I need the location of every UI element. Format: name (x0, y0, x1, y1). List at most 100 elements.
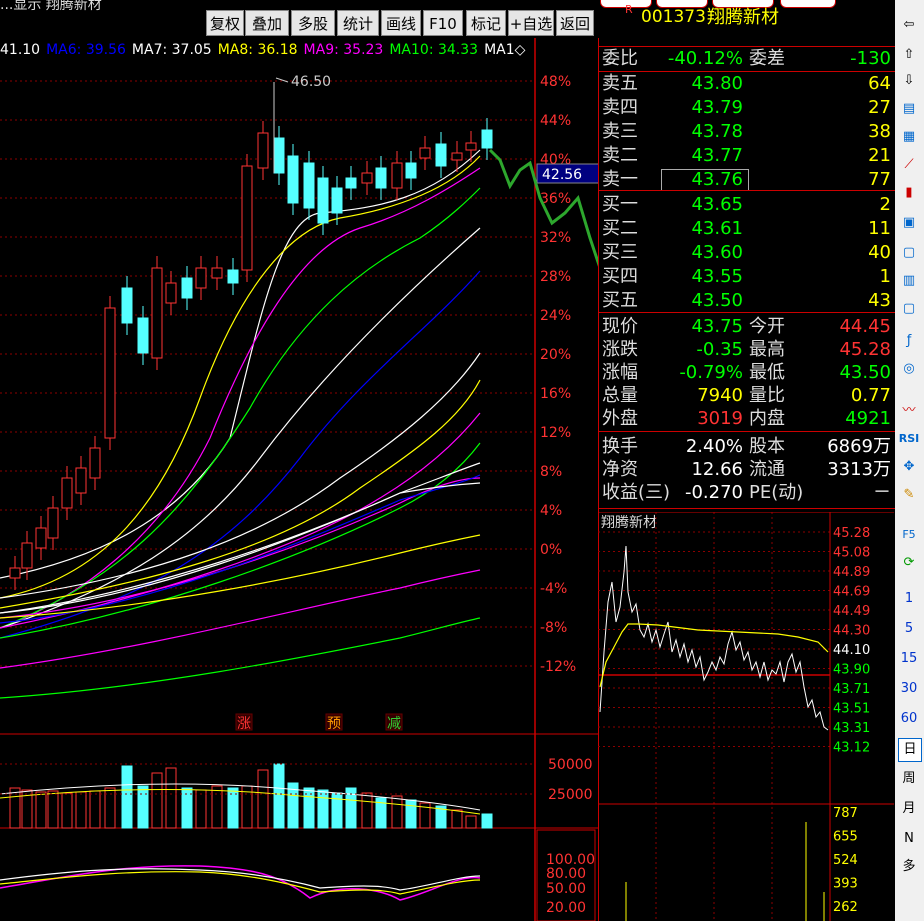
circle-icon[interactable]: ◎ (898, 358, 920, 380)
mini-price-label: 43.31 (833, 721, 870, 736)
sell-row-1[interactable]: 卖一 43.76 77 (599, 168, 895, 191)
candle (75, 467, 87, 494)
rsi-button[interactable]: RSI (898, 428, 920, 450)
row-label: 卖三 (602, 121, 638, 142)
row-price: 43.79 (691, 97, 743, 118)
candle (121, 287, 133, 324)
sell-row-5[interactable]: 卖五 43.80 64 (599, 72, 895, 95)
quote-value: -0.35 (696, 339, 743, 360)
period-15-button[interactable]: 15 (898, 648, 920, 670)
row-label: 卖五 (602, 73, 638, 94)
window-icon[interactable]: ▣ (898, 212, 920, 234)
arrow-left-icon[interactable]: ⇦ (898, 14, 920, 36)
kline-icon[interactable]: ▮ (898, 182, 920, 204)
quote-value: 43.75 (691, 316, 743, 337)
row-volume: 43 (868, 290, 891, 311)
row-price: 43.55 (691, 266, 743, 287)
quote-label: 今开 (749, 316, 785, 337)
osc-axis-label: 80.00 (546, 866, 586, 882)
fin-label: 换手 (602, 436, 638, 457)
mini-price-label: 44.49 (833, 604, 870, 619)
sell-row-2[interactable]: 卖二 43.77 21 (599, 144, 895, 167)
toolbar-button-4[interactable]: 画线 (381, 10, 421, 36)
period-1-button[interactable]: 1 (898, 588, 920, 610)
quote-row: 涨幅 -0.79% 最低 43.50 (599, 361, 895, 384)
buy-row-3[interactable]: 买三 43.60 40 (599, 241, 895, 264)
mini-volume-label: 787 (833, 806, 858, 821)
candle (195, 267, 207, 289)
quote-value: 7940 (697, 385, 743, 406)
pencil-icon[interactable]: ✎ (898, 484, 920, 506)
period-month-button[interactable]: 月 (898, 798, 920, 820)
candle (465, 142, 477, 151)
toolbar-button-7[interactable]: +自选 (508, 10, 554, 36)
volume-bar (481, 813, 493, 829)
line-chart-icon[interactable]: ⟋ (898, 154, 920, 176)
f10-icon[interactable]: ▢ (898, 242, 920, 264)
quote-label: 最高 (749, 339, 785, 360)
buy-row-1[interactable]: 买一 43.65 2 (599, 193, 895, 216)
row-volume: 77 (868, 169, 891, 190)
row-volume: 38 (868, 121, 891, 142)
fin-label: 股本 (749, 436, 785, 457)
toolbar-button-0[interactable]: 复权 (206, 10, 244, 36)
candle (273, 137, 285, 174)
toolbar-button-1[interactable]: 叠加 (245, 10, 289, 36)
quote-value: 44.45 (839, 316, 891, 337)
intraday-chart[interactable]: 45.28 45.08 44.89 44.69 44.49 44.30 44.10 43.90… (598, 512, 894, 921)
buy-row-4[interactable]: 买四 43.55 1 (599, 265, 895, 288)
stock-code: 001373 (641, 7, 706, 27)
stock-name: 翔腾新材 (707, 7, 779, 28)
arrow-down-icon[interactable]: ⇩ (898, 70, 920, 92)
toolbar-button-3[interactable]: 统计 (337, 10, 379, 36)
quote-value: 3019 (697, 408, 743, 429)
period-n-button[interactable]: N (898, 828, 920, 850)
signal-marker: 减 (387, 716, 401, 732)
toolbar-button-6[interactable]: 标记 (466, 10, 506, 36)
buy-row-5[interactable]: 买五 43.50 43 (599, 289, 895, 312)
period-60-button[interactable]: 60 (898, 708, 920, 730)
f5-button[interactable]: F5 (898, 524, 920, 546)
ma-line (0, 155, 481, 599)
mini-price-label: 43.12 (833, 741, 870, 756)
toolbar-button-8[interactable]: 返回 (556, 10, 594, 36)
sell-row-4[interactable]: 卖四 43.79 27 (599, 96, 895, 119)
kline-chart[interactable]: 48%44%40%36%32%28%24%20%16%12%8%4%0%-4%-… (0, 38, 598, 921)
period-multi-button[interactable]: 多 (898, 856, 920, 878)
period-day-button[interactable]: 日 (898, 738, 922, 762)
period-30-button[interactable]: 30 (898, 678, 920, 700)
toolbar-button-5[interactable]: F10 (423, 10, 463, 36)
quote-label: 外盘 (602, 408, 638, 429)
mini-price-label: 43.51 (833, 702, 870, 717)
period-5-button[interactable]: 5 (898, 618, 920, 640)
row-price: 43.65 (691, 194, 743, 215)
ma-line (0, 617, 481, 699)
volume-bar (137, 785, 149, 829)
fin-label: PE(动) (749, 482, 804, 503)
toolbar-button-2[interactable]: 多股 (291, 10, 335, 36)
arrow-up-icon[interactable]: ⇧ (898, 44, 920, 66)
wave-icon[interactable]: 〰 (898, 400, 920, 422)
window-title: ...显示 翔腾新材 (0, 0, 102, 13)
move-icon[interactable]: ✥ (898, 456, 920, 478)
pct-axis-label: 0% (540, 542, 562, 558)
row-price: 43.77 (691, 145, 743, 166)
sell-row-3[interactable]: 卖三 43.78 38 (599, 120, 895, 143)
table-icon[interactable]: ▦ (898, 126, 920, 148)
period-week-button[interactable]: 周 (898, 768, 920, 790)
pct-axis-label: 48% (540, 74, 571, 90)
fin-value: 3313万 (827, 459, 891, 480)
formula-icon[interactable]: ƒ (898, 330, 920, 352)
pct-axis-label: 8% (540, 464, 562, 480)
f12-icon[interactable]: ▢ (898, 298, 920, 320)
candle (391, 162, 403, 189)
stock-header: R 001373 翔腾新材 (599, 3, 895, 34)
refresh-icon[interactable]: ⟳ (898, 552, 920, 574)
candle (21, 542, 33, 569)
row-label: 买一 (602, 194, 638, 215)
report-icon[interactable]: ▤ (898, 98, 920, 120)
calculator-icon[interactable]: ▥ (898, 270, 920, 292)
pct-axis-label: 4% (540, 503, 562, 519)
buy-row-2[interactable]: 买二 43.61 11 (599, 217, 895, 240)
volume-axis-label: 25000 (548, 787, 593, 803)
